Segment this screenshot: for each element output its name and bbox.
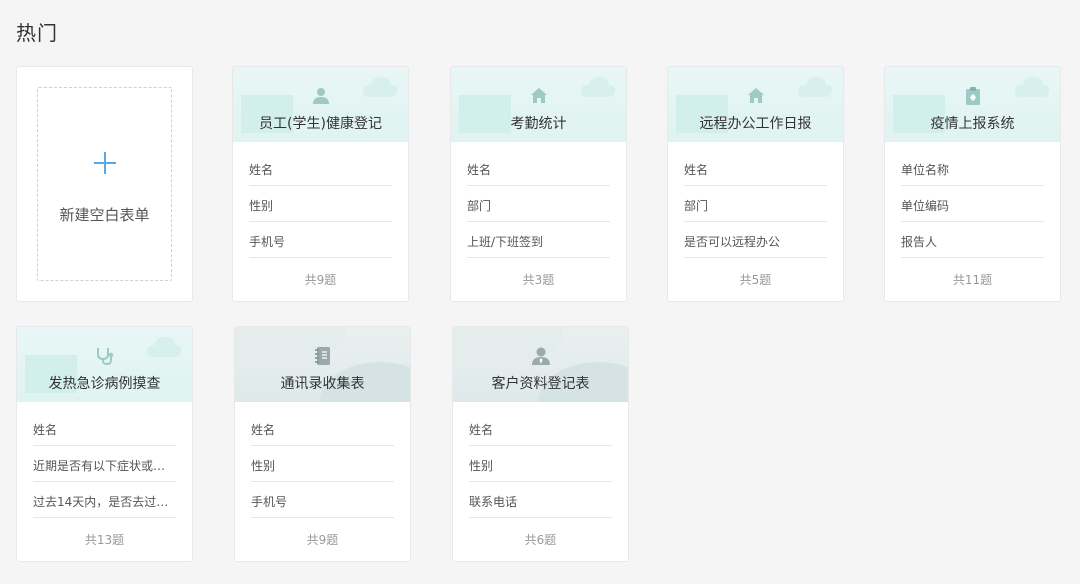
field-item: 姓名 (467, 150, 610, 186)
card-title: 疫情上报系统 (930, 116, 1015, 132)
question-count: 共5题 (739, 273, 772, 287)
question-count: 共13题 (84, 533, 125, 547)
card-title: 客户资料登记表 (491, 376, 590, 392)
cloud-icon (146, 337, 182, 357)
field-item: 联系电话 (469, 482, 612, 518)
template-card[interactable]: 客户资料登记表 姓名 性别 联系电话 共6题 (452, 326, 629, 562)
card-title: 发热急诊病例摸查 (48, 376, 161, 392)
field-item: 部门 (467, 186, 610, 222)
new-form-label: 新建空白表单 (59, 206, 150, 224)
field-item: 单位编码 (901, 186, 1044, 222)
cloud-icon (580, 77, 616, 97)
card-header: 疫情上报系统 (885, 67, 1060, 142)
field-item: 性别 (249, 186, 392, 222)
field-item: 单位名称 (901, 150, 1044, 186)
question-count: 共3题 (522, 273, 555, 287)
field-item: 姓名 (33, 410, 176, 446)
new-blank-form-card[interactable]: 新建空白表单 (16, 66, 193, 302)
template-card[interactable]: 疫情上报系统 单位名称 单位编码 报告人 共11题 (884, 66, 1061, 302)
question-count: 共11题 (952, 273, 993, 287)
card-header: 客户资料登记表 (453, 327, 628, 402)
new-form-dashed-area: 新建空白表单 (37, 87, 172, 281)
cloud-icon (362, 77, 398, 97)
field-item: 姓名 (251, 410, 394, 446)
field-item: 手机号 (251, 482, 394, 518)
field-item: 姓名 (684, 150, 827, 186)
person-icon (310, 85, 332, 107)
field-item: 性别 (251, 446, 394, 482)
card-header: 远程办公工作日报 (668, 67, 843, 142)
plus-icon (93, 152, 116, 174)
card-header: 发热急诊病例摸查 (17, 327, 192, 402)
field-item: 部门 (684, 186, 827, 222)
card-title: 通讯录收集表 (280, 376, 365, 392)
field-item: 是否可以远程办公 (684, 222, 827, 258)
question-count: 共6题 (524, 533, 557, 547)
clipboard-icon (962, 85, 984, 107)
field-item: 近期是否有以下症状或者表现 (33, 446, 176, 482)
template-card[interactable]: 通讯录收集表 姓名 性别 手机号 共9题 (234, 326, 411, 562)
question-count: 共9题 (306, 533, 339, 547)
card-header: 通讯录收集表 (235, 327, 410, 402)
field-item: 姓名 (249, 150, 392, 186)
field-item: 上班/下班签到 (467, 222, 610, 258)
field-item: 报告人 (901, 222, 1044, 258)
template-card[interactable]: 发热急诊病例摸查 姓名 近期是否有以下症状或者表现 过去14天内，是否去过居留.… (16, 326, 193, 562)
template-card[interactable]: 远程办公工作日报 姓名 部门 是否可以远程办公 共5题 (667, 66, 844, 302)
card-header: 员工(学生)健康登记 (233, 67, 408, 142)
home-icon (745, 85, 767, 107)
person-icon (530, 345, 552, 367)
field-item: 性别 (469, 446, 612, 482)
question-count: 共9题 (304, 273, 337, 287)
card-title: 远程办公工作日报 (699, 116, 812, 132)
home-icon (528, 85, 550, 107)
card-header: 考勤统计 (451, 67, 626, 142)
field-item: 手机号 (249, 222, 392, 258)
cloud-icon (1014, 77, 1050, 97)
template-card[interactable]: 考勤统计 姓名 部门 上班/下班签到 共3题 (450, 66, 627, 302)
card-title: 员工(学生)健康登记 (259, 116, 382, 132)
stethoscope-icon (94, 345, 116, 367)
section-title: 热门 (16, 21, 58, 45)
cloud-icon (797, 77, 833, 97)
card-title: 考勤统计 (510, 116, 567, 132)
field-item: 过去14天内，是否去过居留... (33, 482, 176, 518)
field-item: 姓名 (469, 410, 612, 446)
template-card[interactable]: 员工(学生)健康登记 姓名 性别 手机号 共9题 (232, 66, 409, 302)
notebook-icon (312, 345, 334, 367)
